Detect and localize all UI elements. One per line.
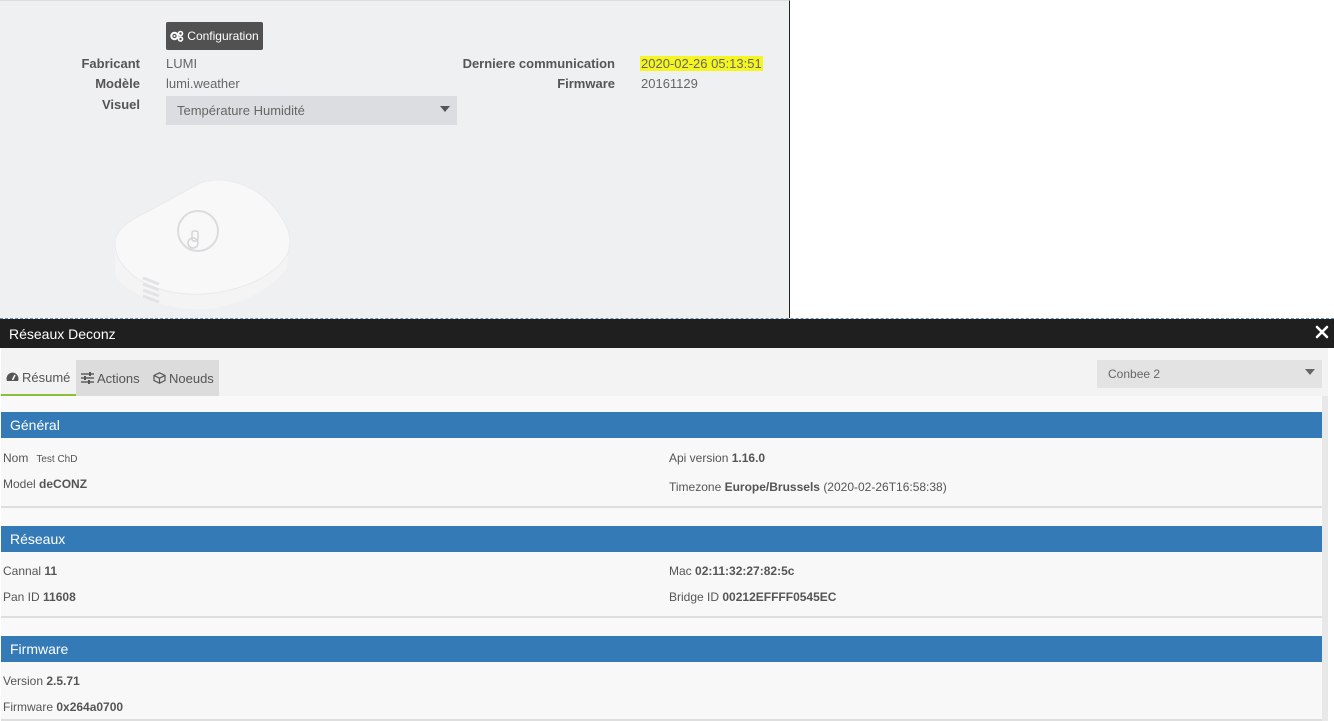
firmware-hex-value: 0x264a0700 — [56, 700, 124, 714]
firmware-value: 20161129 — [641, 76, 698, 91]
gears-icon — [170, 30, 184, 42]
tab-noeuds[interactable]: Noeuds — [148, 360, 219, 396]
firmware-label: Firmware — [557, 76, 615, 91]
sliders-icon — [81, 372, 94, 384]
mac-value: 02:11:32:27:82:5c — [695, 564, 795, 578]
modele-value: lumi.weather — [166, 76, 240, 91]
timezone-field: Timezone Europe/Brussels (2020-02-26T16:… — [669, 480, 947, 494]
bridge-id-field: Bridge ID 00212EFFFF0545EC — [669, 590, 837, 604]
model-field: Model deCONZ — [3, 477, 88, 491]
tab-resume-label: Résumé — [22, 369, 71, 385]
section-general-body: Nom Test ChD Model deCONZ Api version 1.1… — [1, 438, 1322, 508]
configuration-button-label: Configuration — [187, 29, 259, 43]
mac-field: Mac 02:11:32:27:82:5c — [669, 564, 795, 578]
caret-down-icon — [1305, 369, 1315, 375]
section-general-header: Général — [1, 412, 1322, 438]
nodes-icon — [153, 372, 166, 384]
modal-header: Réseaux Deconz — [0, 319, 1334, 348]
tab-resume[interactable]: Résumé — [1, 360, 76, 396]
visuel-label: Visuel — [101, 97, 140, 112]
section-general-title: Général — [10, 417, 60, 433]
firmware-field: Firmware 0x264a0700 — [3, 700, 124, 714]
section-firmware-header: Firmware — [1, 636, 1322, 662]
configuration-button[interactable]: Configuration — [166, 22, 263, 50]
modele-label: Modèle — [95, 76, 140, 91]
fabricant-value: LUMI — [166, 56, 198, 71]
derniere-communication-label: Derniere communication — [462, 56, 615, 71]
section-reseaux-body: Cannal 11 Pan ID 11608 Mac 02:11:32:27:8… — [1, 552, 1322, 618]
resume-content[interactable]: Général Nom Test ChD Model deCONZ Api ver… — [1, 396, 1328, 721]
tab-noeuds-label: Noeuds — [169, 370, 214, 386]
fabricant-label: Fabricant — [81, 56, 140, 71]
reseaux-deconz-modal: Réseaux Deconz Résumé Actions Noeuds Con… — [0, 318, 1334, 721]
section-reseaux-header: Réseaux — [1, 526, 1322, 552]
bridge-id-value: 00212EFFFF0545EC — [722, 590, 837, 604]
section-firmware-title: Firmware — [10, 641, 69, 657]
cannal-value: 11 — [44, 564, 58, 578]
version-field: Version 2.5.71 — [3, 674, 80, 688]
timezone-datetime: (2020-02-26T16:58:38) — [823, 480, 947, 494]
nom-field: Nom Test ChD — [3, 451, 78, 465]
close-icon[interactable] — [1315, 325, 1329, 339]
network-select-value: Conbee 2 — [1108, 367, 1161, 381]
cannal-field: Cannal 11 — [3, 564, 58, 578]
caret-down-icon — [440, 106, 450, 112]
derniere-communication-value: 2020-02-26 05:13:51 — [640, 56, 763, 71]
network-select[interactable]: Conbee 2 — [1097, 360, 1322, 388]
pan-id-value: 11608 — [43, 590, 76, 604]
pan-id-field: Pan ID 11608 — [3, 590, 76, 604]
dashboard-icon — [6, 372, 19, 381]
section-firmware-body: Version 2.5.71 Firmware 0x264a0700 — [1, 662, 1322, 721]
model-value: deCONZ — [39, 477, 88, 491]
tab-actions[interactable]: Actions — [76, 360, 148, 396]
device-image — [114, 179, 291, 310]
api-version-value: 1.16.0 — [731, 451, 766, 465]
timezone-value: Europe/Brussels — [724, 480, 820, 494]
modal-title: Réseaux Deconz — [9, 325, 116, 342]
api-version-field: Api version 1.16.0 — [669, 451, 766, 465]
modal-body: Résumé Actions Noeuds Conbee 2 Général N… — [0, 348, 1334, 721]
device-panel: Configuration Fabricant LUMI Modèle lumi… — [0, 0, 790, 318]
tab-actions-label: Actions — [97, 370, 140, 386]
version-value: 2.5.71 — [46, 674, 80, 688]
visuel-select[interactable]: Température Humidité — [166, 96, 457, 125]
nom-value: Test ChD — [36, 454, 78, 465]
section-reseaux-title: Réseaux — [10, 531, 66, 547]
visuel-select-value: Température Humidité — [177, 103, 305, 118]
